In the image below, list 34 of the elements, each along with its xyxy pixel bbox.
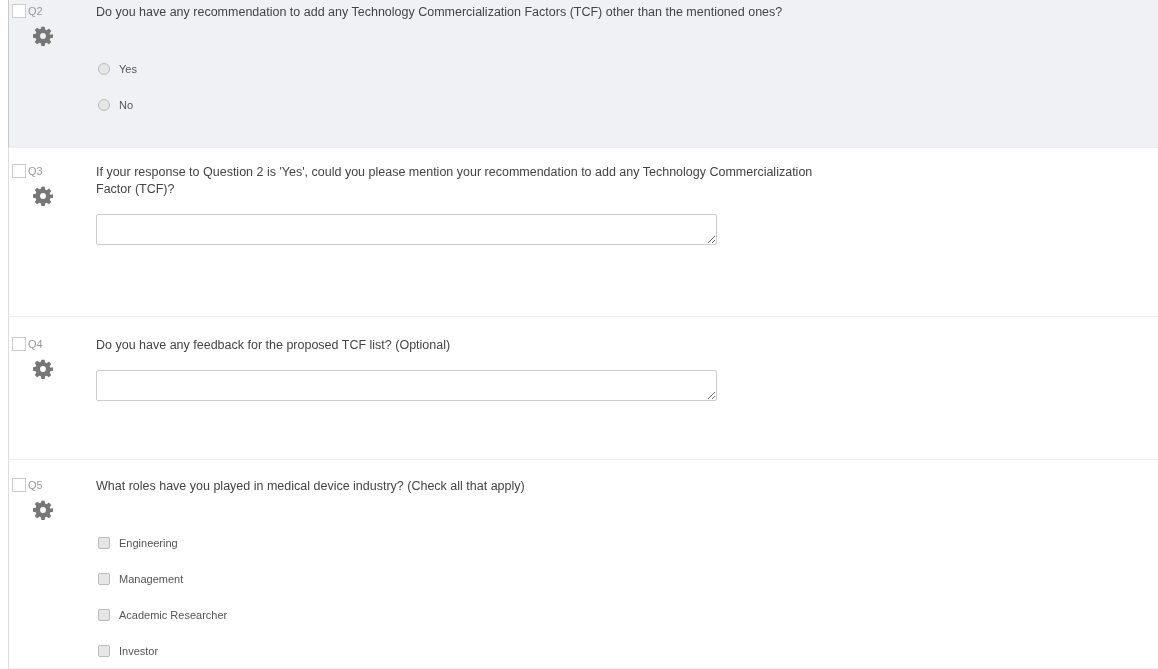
gear-icon[interactable] bbox=[33, 359, 53, 379]
question-text: What roles have you played in medical device industry? (Check all that apply) bbox=[96, 478, 526, 495]
question-block[interactable]: Q4 Do you have any feedback for the proposed TCF list? (Optional) bbox=[8, 317, 1158, 460]
select-checkbox[interactable] bbox=[12, 478, 26, 492]
checkbox[interactable] bbox=[98, 573, 110, 585]
question-text: Do you have any feedback for the proposed TCF list? (Optional) bbox=[96, 337, 452, 354]
question-text: If your response to Question 2 is 'Yes', could you please mention your recommendation to add any Technology Commercialization Factor (TCF)? bbox=[96, 164, 814, 198]
question-number: Q3 bbox=[28, 165, 43, 177]
gear-icon[interactable] bbox=[33, 186, 53, 206]
question-block[interactable]: Q3 If your response to Question 2 is 'Yes', could you please mention your recommendation to add any Technology Commercialization Factor (TCF)? bbox=[8, 148, 1158, 317]
checkbox[interactable] bbox=[98, 537, 110, 549]
checkbox[interactable] bbox=[98, 609, 110, 621]
option-label[interactable]: Yes bbox=[119, 63, 137, 75]
answer-field[interactable] bbox=[96, 214, 717, 245]
radio-button[interactable] bbox=[98, 99, 110, 111]
select-checkbox[interactable] bbox=[12, 164, 26, 178]
select-checkbox[interactable] bbox=[12, 337, 26, 351]
option-label[interactable]: Engineering bbox=[119, 537, 178, 549]
checkbox[interactable] bbox=[98, 645, 110, 657]
option-label[interactable]: No bbox=[119, 99, 134, 111]
answer-field[interactable] bbox=[96, 370, 717, 401]
question-number: Q5 bbox=[28, 479, 43, 491]
question-text: Do you have any recommendation to add any Technology Commercialization Factors (TCF) other than the mentioned ones? bbox=[96, 4, 784, 21]
question-number: Q4 bbox=[28, 338, 43, 350]
question-block[interactable]: Q5 What roles have you played in medical device industry? (Check all that apply) Engineering Management Academic Researcher Investor bbox=[8, 460, 1158, 669]
option-label[interactable]: Investor bbox=[119, 645, 159, 657]
question-block[interactable]: Q2 Do you have any recommendation to add any Technology Commercialization Factors (TCF) other than the mentioned ones? Yes No bbox=[8, 0, 1158, 148]
select-checkbox[interactable] bbox=[12, 4, 26, 18]
gear-icon[interactable] bbox=[33, 500, 53, 520]
question-number: Q2 bbox=[28, 5, 43, 17]
radio-button[interactable] bbox=[98, 63, 110, 75]
option-label[interactable]: Academic Researcher bbox=[119, 609, 228, 621]
option-label[interactable]: Management bbox=[119, 573, 184, 585]
gear-icon[interactable] bbox=[33, 26, 53, 46]
